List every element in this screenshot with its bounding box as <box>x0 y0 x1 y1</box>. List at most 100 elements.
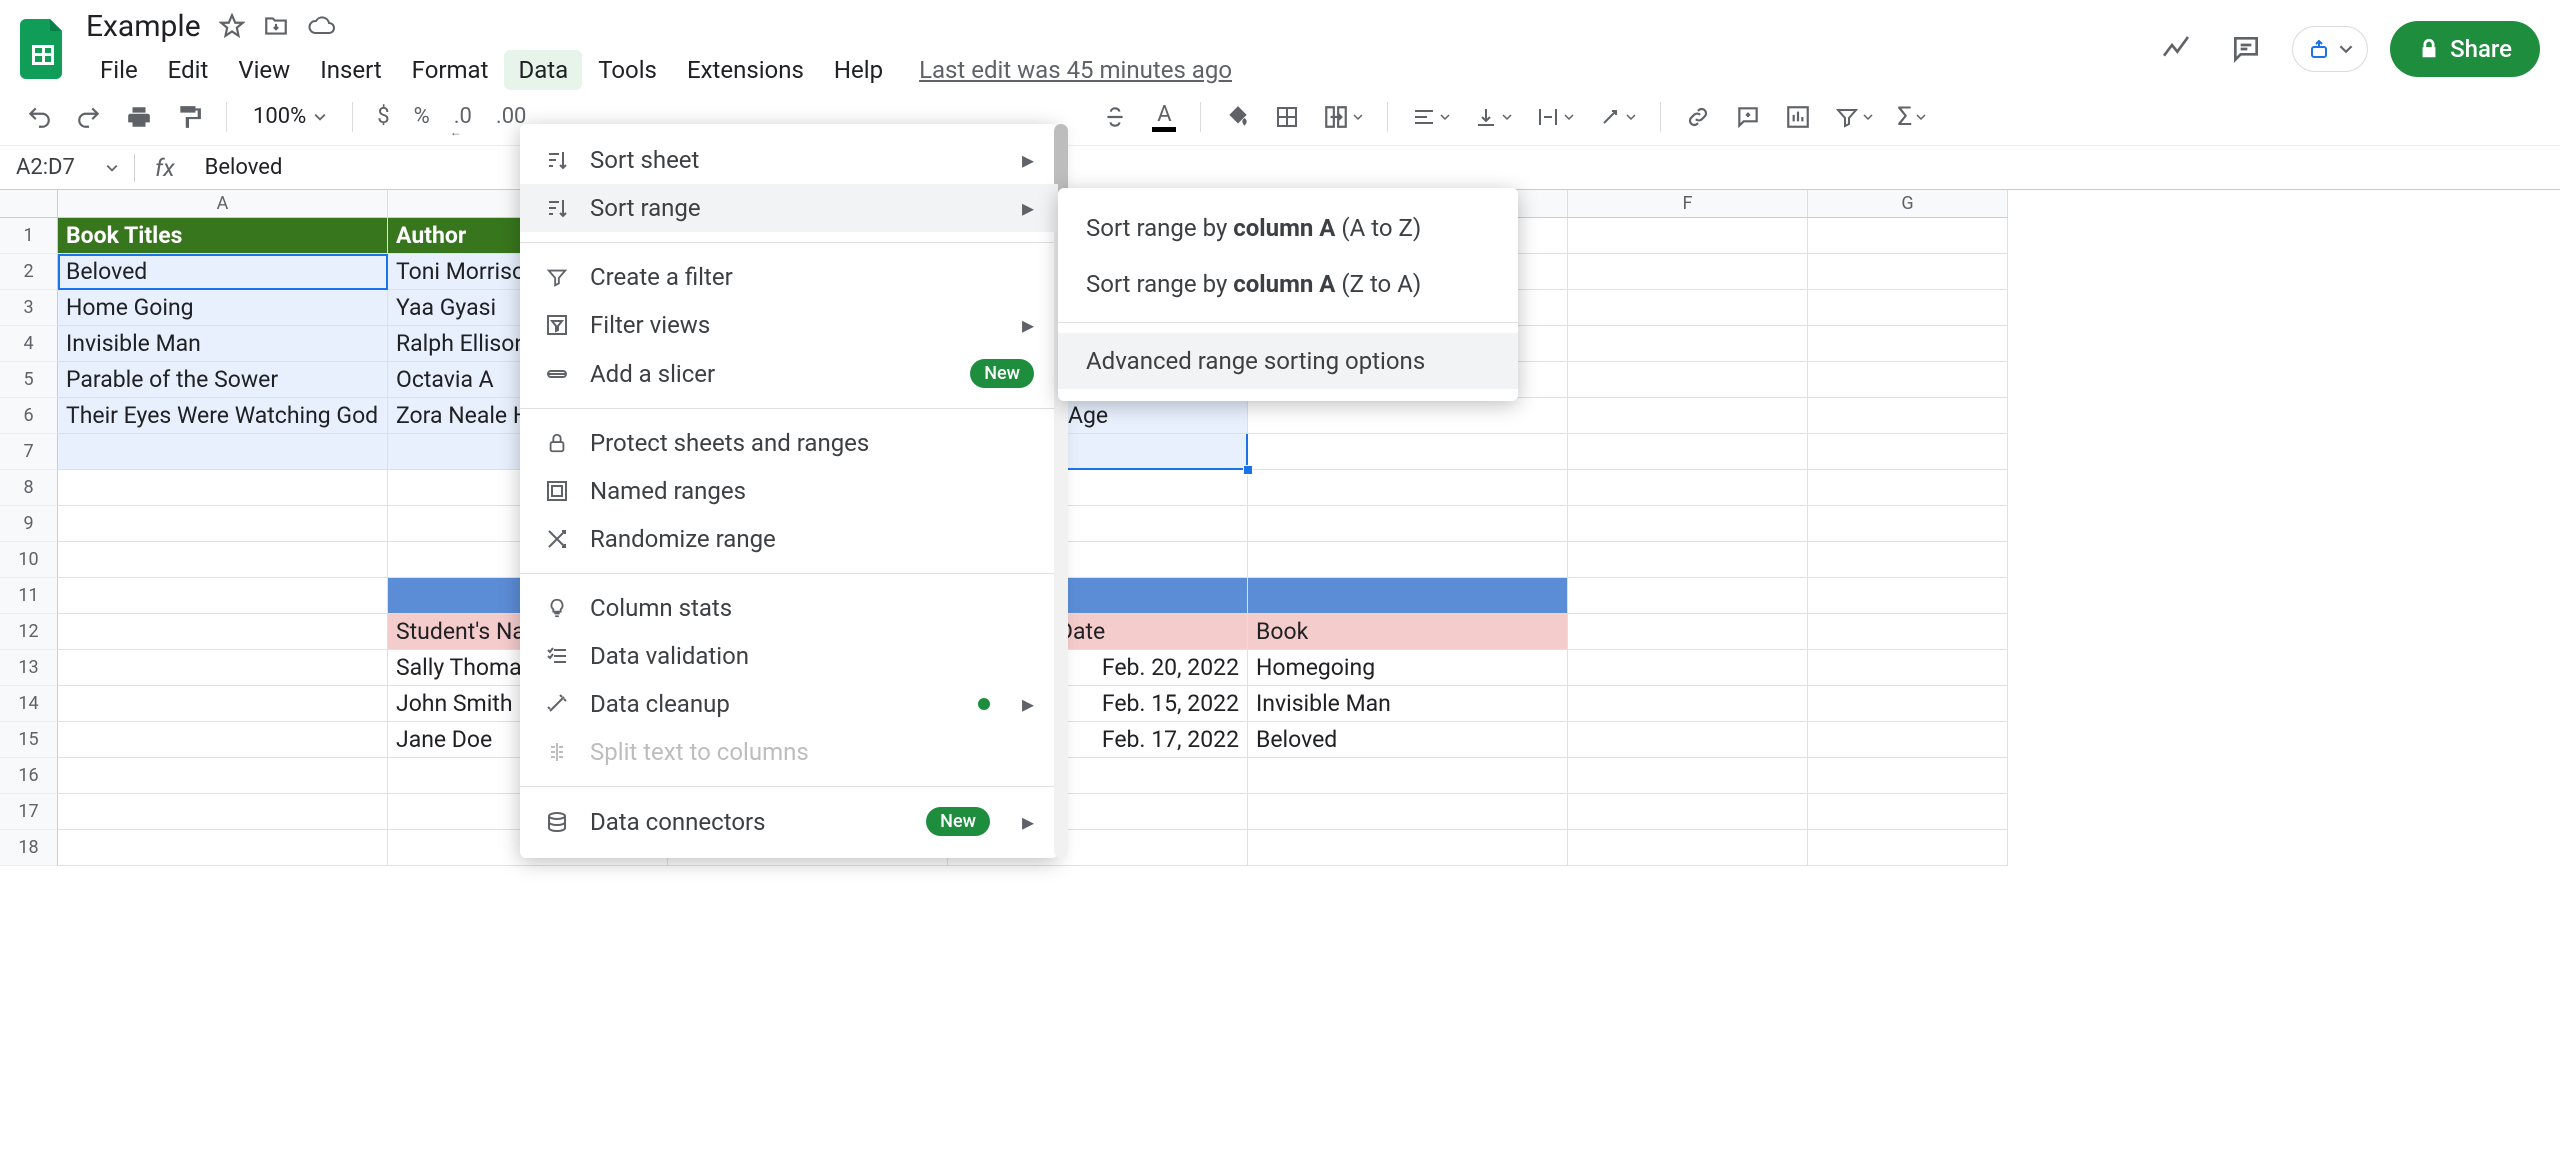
cell[interactable] <box>58 434 388 470</box>
row-header[interactable]: 14 <box>0 686 58 722</box>
menu-data[interactable]: Data <box>504 50 582 90</box>
cell[interactable]: Parable of the Sower <box>58 362 388 398</box>
percent-button[interactable]: % <box>408 98 436 135</box>
functions-button[interactable]: Σ <box>1891 96 1932 138</box>
row-header[interactable]: 6 <box>0 398 58 434</box>
move-folder-icon[interactable] <box>263 13 289 39</box>
vertical-align-button[interactable] <box>1468 99 1518 135</box>
select-all-corner[interactable] <box>0 190 58 218</box>
merge-cells-button[interactable] <box>1317 98 1369 136</box>
row-header[interactable]: 9 <box>0 506 58 542</box>
row-header[interactable]: 12 <box>0 614 58 650</box>
cell[interactable] <box>1568 326 1808 362</box>
row-header[interactable]: 13 <box>0 650 58 686</box>
sheets-logo[interactable] <box>20 17 66 81</box>
cell[interactable] <box>1808 290 2008 326</box>
row-header[interactable]: 1 <box>0 218 58 254</box>
cell[interactable] <box>1248 398 1568 434</box>
cell[interactable] <box>1248 434 1568 470</box>
share-button[interactable]: Share <box>2390 21 2540 77</box>
menu-item-named-ranges[interactable]: Named ranges <box>520 467 1058 515</box>
row-header[interactable]: 10 <box>0 542 58 578</box>
row-header[interactable]: 17 <box>0 794 58 830</box>
col-header-f[interactable]: F <box>1568 190 1808 218</box>
menu-format[interactable]: Format <box>398 50 503 90</box>
menu-item-sort-sheet[interactable]: Sort sheet ▸ <box>520 136 1058 184</box>
col-header-a[interactable]: A <box>58 190 388 218</box>
formula-bar[interactable]: Beloved <box>195 155 283 180</box>
cell[interactable] <box>1568 290 1808 326</box>
menu-item-randomize[interactable]: Randomize range <box>520 515 1058 563</box>
menu-edit[interactable]: Edit <box>154 50 223 90</box>
cell[interactable] <box>1568 218 1808 254</box>
comments-icon[interactable] <box>2222 25 2270 73</box>
cell[interactable] <box>1808 434 2008 470</box>
row-header[interactable]: 18 <box>0 830 58 866</box>
cell[interactable]: Homegoing <box>1248 650 1568 686</box>
cell[interactable]: Book Titles <box>58 218 388 254</box>
menu-item-column-stats[interactable]: Column stats <box>520 584 1058 632</box>
menu-item-data-connectors[interactable]: Data connectors New ▸ <box>520 797 1058 846</box>
redo-button[interactable] <box>70 98 108 136</box>
row-header[interactable]: 16 <box>0 758 58 794</box>
col-header-g[interactable]: G <box>1808 190 2008 218</box>
last-edit-link[interactable]: Last edit was 45 minutes ago <box>919 50 1232 90</box>
cell[interactable]: Their Eyes Were Watching God <box>58 398 388 434</box>
paint-format-button[interactable] <box>170 98 208 136</box>
star-icon[interactable] <box>219 13 245 39</box>
cell[interactable] <box>1808 326 2008 362</box>
menu-item-advanced-sort[interactable]: Advanced range sorting options <box>1058 333 1518 389</box>
currency-button[interactable]: $ <box>371 98 395 135</box>
menu-item-data-validation[interactable]: Data validation <box>520 632 1058 680</box>
cell[interactable]: Book <box>1248 614 1568 650</box>
menu-item-sort-range[interactable]: Sort range ▸ <box>520 184 1058 232</box>
menu-item-filter-views[interactable]: Filter views ▸ <box>520 301 1058 349</box>
quick-share-button[interactable] <box>2292 26 2368 72</box>
cell[interactable]: Beloved <box>1248 722 1568 758</box>
menu-item-data-cleanup[interactable]: Data cleanup ▸ <box>520 680 1058 728</box>
text-rotation-button[interactable] <box>1592 99 1642 135</box>
row-header[interactable]: 2 <box>0 254 58 290</box>
cell[interactable] <box>1568 362 1808 398</box>
cell[interactable] <box>1808 218 2008 254</box>
menu-item-create-filter[interactable]: Create a filter <box>520 253 1058 301</box>
row-header[interactable]: 4 <box>0 326 58 362</box>
selection-handle[interactable] <box>1243 465 1253 475</box>
fill-color-button[interactable] <box>1219 98 1257 136</box>
cell[interactable] <box>1568 254 1808 290</box>
undo-button[interactable] <box>20 98 58 136</box>
insert-comment-button[interactable] <box>1729 98 1767 136</box>
menu-view[interactable]: View <box>224 50 304 90</box>
menu-item-sort-az[interactable]: Sort range by column A (A to Z) <box>1058 200 1518 256</box>
row-header[interactable]: 15 <box>0 722 58 758</box>
activity-icon[interactable] <box>2152 25 2200 73</box>
print-button[interactable] <box>120 98 158 136</box>
cell[interactable]: Beloved <box>58 254 388 290</box>
decrease-decimal-button[interactable]: .0← <box>448 98 478 135</box>
insert-link-button[interactable] <box>1679 98 1717 136</box>
cell[interactable] <box>1568 434 1808 470</box>
menu-file[interactable]: File <box>86 50 152 90</box>
cloud-status-icon[interactable] <box>307 15 335 37</box>
row-header[interactable]: 8 <box>0 470 58 506</box>
menu-extensions[interactable]: Extensions <box>673 50 818 90</box>
row-header[interactable]: 5 <box>0 362 58 398</box>
cell[interactable]: Invisible Man <box>1248 686 1568 722</box>
row-header[interactable]: 3 <box>0 290 58 326</box>
cell[interactable] <box>1808 362 2008 398</box>
cell[interactable]: Home Going <box>58 290 388 326</box>
menu-item-sort-za[interactable]: Sort range by column A (Z to A) <box>1058 256 1518 312</box>
menu-item-protect[interactable]: Protect sheets and ranges <box>520 419 1058 467</box>
text-wrap-button[interactable] <box>1530 99 1580 135</box>
menu-tools[interactable]: Tools <box>584 50 671 90</box>
strikethrough-button[interactable] <box>1096 98 1134 136</box>
borders-button[interactable] <box>1269 99 1305 135</box>
document-title[interactable]: Example <box>86 9 201 44</box>
zoom-select[interactable]: 100% <box>245 104 334 129</box>
horizontal-align-button[interactable] <box>1406 99 1456 135</box>
filter-button[interactable] <box>1829 99 1879 135</box>
menu-insert[interactable]: Insert <box>306 50 395 90</box>
cell[interactable]: Invisible Man <box>58 326 388 362</box>
cell[interactable] <box>1808 398 2008 434</box>
menu-help[interactable]: Help <box>820 50 897 90</box>
